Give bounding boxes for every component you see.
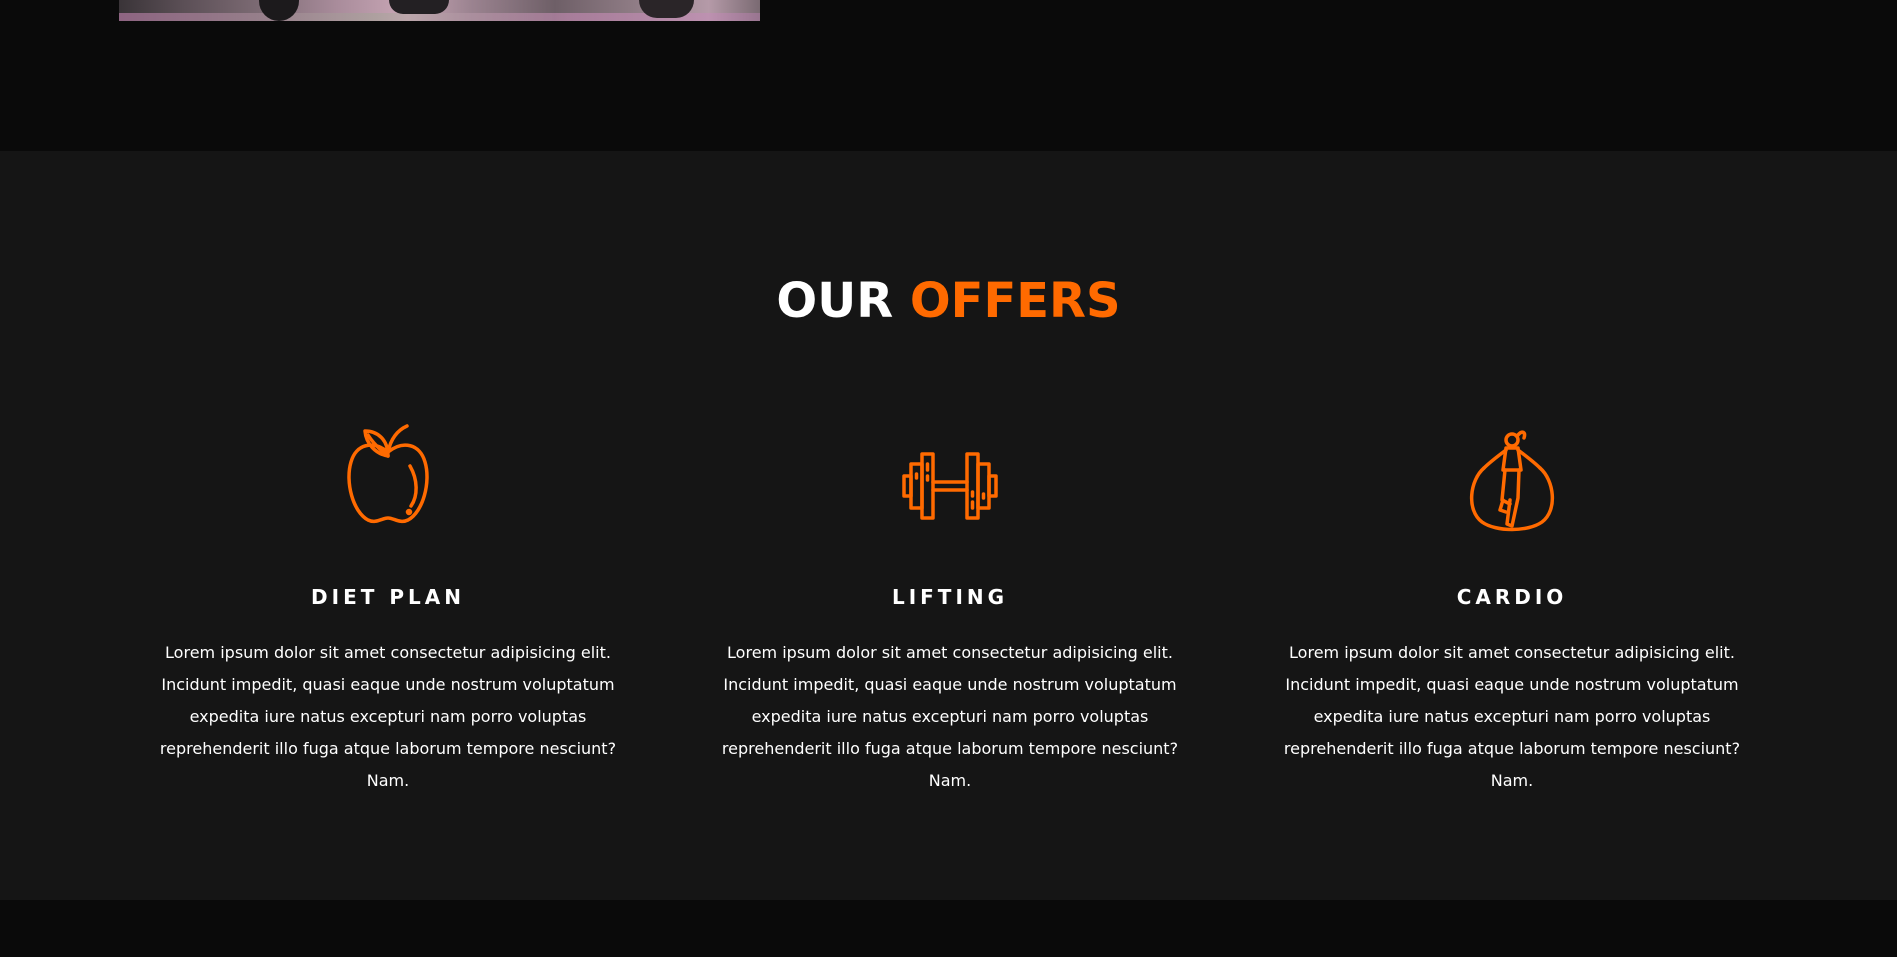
offer-card-description: Lorem ipsum dolor sit amet consectetur a… bbox=[159, 643, 617, 790]
apple-icon bbox=[347, 424, 429, 524]
offer-card-cardio: CARDIO Lorem ipsum dolor sit amet consec… bbox=[1252, 414, 1772, 797]
photo-detail bbox=[389, 0, 449, 14]
workout-photo bbox=[119, 0, 760, 21]
offer-card-title: DIET PLAN bbox=[311, 585, 465, 609]
section-title-accent: OFFERS bbox=[909, 273, 1121, 329]
offers-section: OUR OFFERS DIET PLAN Lorem ipsum dolor s… bbox=[0, 151, 1897, 900]
offer-card-diet-plan: DIET PLAN Lorem ipsum dolor sit amet con… bbox=[128, 414, 648, 797]
offer-card-lifting: LIFTING Lorem ipsum dolor sit amet conse… bbox=[690, 414, 1210, 797]
offer-card-title: LIFTING bbox=[891, 585, 1009, 609]
offer-card-description: Lorem ipsum dolor sit amet consectetur a… bbox=[1283, 643, 1741, 790]
previous-section bbox=[0, 0, 1897, 151]
next-section bbox=[0, 900, 1897, 957]
jump-rope-icon bbox=[1469, 430, 1555, 532]
offer-card-title: CARDIO bbox=[1456, 585, 1568, 609]
dumbbell-icon bbox=[902, 452, 998, 520]
offer-card-description: Lorem ipsum dolor sit amet consectetur a… bbox=[721, 643, 1179, 790]
section-title: OUR OFFERS bbox=[0, 269, 1897, 333]
section-title-main: OUR bbox=[776, 273, 894, 329]
